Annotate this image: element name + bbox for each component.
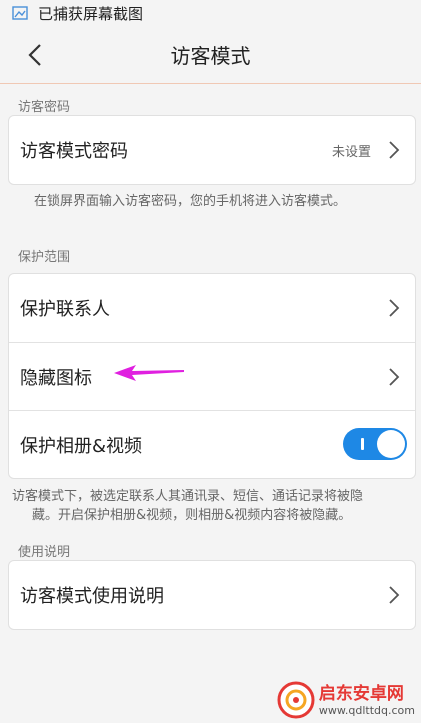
row-label: 隐藏图标 <box>20 367 92 389</box>
toggle-knob <box>377 430 405 458</box>
chevron-right-icon <box>389 368 400 386</box>
row-value: 未设置 <box>331 144 371 160</box>
chevron-right-icon <box>389 141 400 159</box>
watermark-url: www.qdlttdq.com <box>318 703 415 717</box>
album-video-toggle[interactable] <box>343 428 407 460</box>
hide-icon-row[interactable]: 隐藏图标 <box>9 342 415 410</box>
section-label-password: 访客密码 <box>18 100 71 115</box>
password-card: 访客模式密码 未设置 <box>8 115 416 185</box>
status-text: 已捕获屏幕截图 <box>38 4 144 23</box>
chevron-right-icon <box>389 586 400 604</box>
watermark-logo-icon <box>277 681 315 719</box>
protect-contacts-row[interactable]: 保护联系人 <box>9 274 415 342</box>
row-label: 保护相册&视频 <box>20 435 143 457</box>
visitor-password-row[interactable]: 访客模式密码 未设置 <box>9 116 415 184</box>
row-label: 保护联系人 <box>20 299 110 320</box>
protection-card: 保护联系人 隐藏图标 保护相册&视频 <box>8 273 416 479</box>
password-note: 在锁屏界面输入访客密码，您的手机将进入访客模式。 <box>34 194 347 209</box>
annotation-arrow-icon <box>114 365 184 381</box>
status-bar: 已捕获屏幕截图 <box>0 0 421 26</box>
page-title: 访客模式 <box>170 44 251 68</box>
section-label-protection: 保护范围 <box>18 250 71 265</box>
usage-instructions-row[interactable]: 访客模式使用说明 <box>9 561 415 629</box>
chevron-right-icon <box>389 299 400 317</box>
usage-card: 访客模式使用说明 <box>8 560 416 630</box>
toggle-on-mark <box>361 438 364 450</box>
section-label-usage: 使用说明 <box>18 545 71 560</box>
back-arrow-icon[interactable] <box>24 42 48 68</box>
screenshot-icon <box>12 6 28 20</box>
row-label: 访客模式密码 <box>20 141 128 162</box>
watermark-name: 启东安卓网 <box>318 683 404 704</box>
row-label: 访客模式使用说明 <box>20 586 164 607</box>
watermark: 启东安卓网 www.qdlttdq.com <box>277 681 415 719</box>
protection-note-line2: 藏。开启保护相册&视频，则相册&视频内容将被隐藏。 <box>32 508 352 523</box>
protection-note-line1: 访客模式下，被选定联系人其通讯录、短信、通话记录将被隐 <box>12 489 364 504</box>
protect-album-video-row: 保护相册&视频 <box>9 410 415 478</box>
nav-bar: 访客模式 <box>0 26 421 84</box>
